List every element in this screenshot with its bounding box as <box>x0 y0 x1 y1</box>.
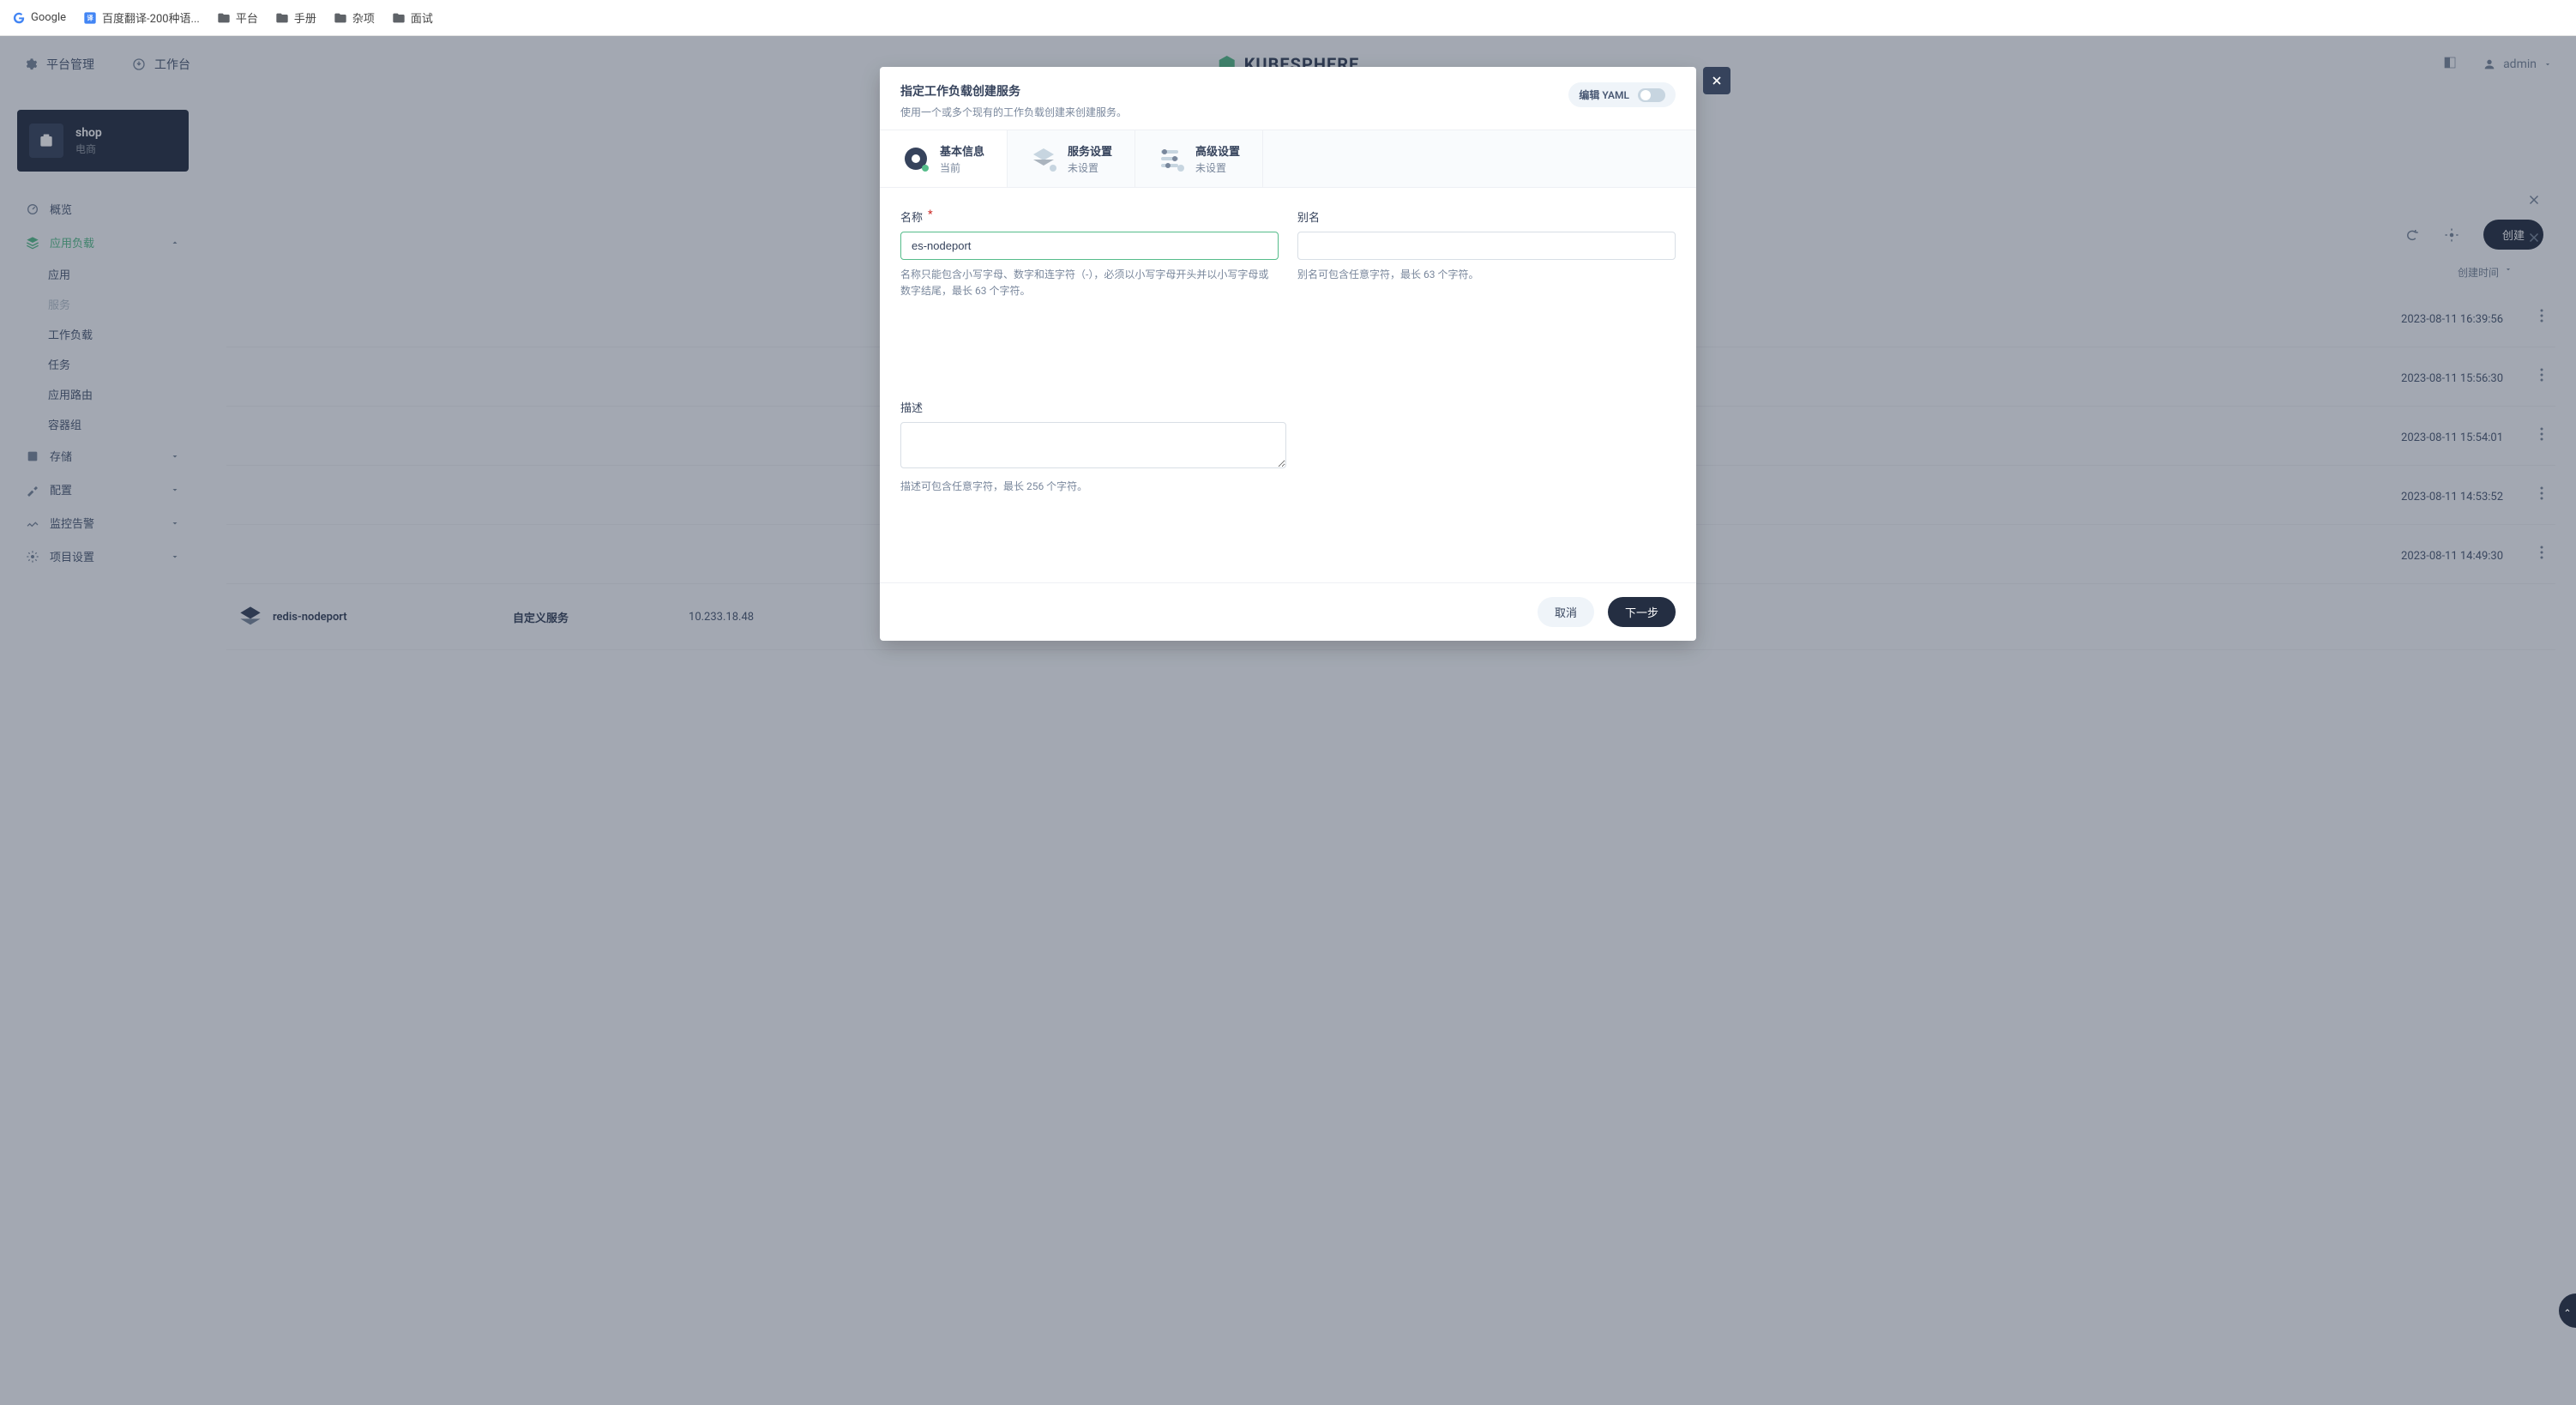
bookmark-folder-platform[interactable]: 平台 <box>217 9 258 26</box>
bookmark-label: 百度翻译-200种语... <box>102 9 200 26</box>
bookmark-baidu-translate[interactable]: 译 百度翻译-200种语... <box>83 9 200 26</box>
step-icon-advanced <box>1158 145 1185 172</box>
bookmarks-bar: Google 译 百度翻译-200种语... 平台 手册 杂项 面试 <box>0 0 2576 36</box>
name-hint: 名称只能包含小写字母、数字和连字符（-），必须以小写字母开头并以小写字母或数字结… <box>900 267 1279 299</box>
step-advanced-settings[interactable]: 高级设置 未设置 <box>1135 130 1263 187</box>
bookmark-folder-misc[interactable]: 杂项 <box>334 9 375 26</box>
alias-hint: 别名可包含任意字符，最长 63 个字符。 <box>1297 267 1676 283</box>
bookmark-label: 平台 <box>236 9 258 26</box>
wizard-steps: 基本信息 当前 服务设置 未设置 高级设置 未设置 <box>880 130 1696 188</box>
step-icon-service <box>1030 145 1057 172</box>
desc-label: 描述 <box>900 399 923 415</box>
cancel-button[interactable]: 取消 <box>1538 597 1594 627</box>
desc-textarea[interactable] <box>900 422 1286 468</box>
bookmark-label: Google <box>31 11 66 24</box>
name-label: 名称 <box>900 208 923 225</box>
bookmark-folder-interview[interactable]: 面试 <box>392 9 433 26</box>
modal-subtitle: 使用一个或多个现有的工作负载创建来创建服务。 <box>900 105 1127 119</box>
folder-icon <box>275 11 289 25</box>
step-service-settings[interactable]: 服务设置 未设置 <box>1008 130 1135 187</box>
close-button[interactable] <box>1703 67 1730 94</box>
folder-icon <box>392 11 406 25</box>
bookmark-google[interactable]: Google <box>12 11 66 25</box>
bookmark-label: 手册 <box>294 9 316 26</box>
chevron-up-icon <box>2563 1306 2572 1315</box>
modal-overlay: 指定工作负载创建服务 使用一个或多个现有的工作负载创建来创建服务。 编辑 YAM… <box>0 36 2576 1405</box>
close-icon <box>1710 74 1724 87</box>
modal-footer: 取消 下一步 <box>880 582 1696 641</box>
step-icon-basic <box>902 145 930 172</box>
next-button[interactable]: 下一步 <box>1608 597 1676 627</box>
bookmark-folder-manual[interactable]: 手册 <box>275 9 316 26</box>
modal-form: 名称 * 名称只能包含小写字母、数字和连字符（-），必须以小写字母开头并以小写字… <box>880 188 1696 582</box>
desc-hint: 描述可包含任意字符，最长 256 个字符。 <box>900 479 1286 495</box>
step-basic-info[interactable]: 基本信息 当前 <box>880 130 1008 187</box>
create-service-modal: 指定工作负载创建服务 使用一个或多个现有的工作负载创建来创建服务。 编辑 YAM… <box>880 67 1696 641</box>
bookmark-label: 杂项 <box>352 9 375 26</box>
translate-icon: 译 <box>83 11 97 25</box>
alias-label: 别名 <box>1297 208 1320 225</box>
google-icon <box>12 11 26 25</box>
folder-icon <box>334 11 347 25</box>
bookmark-label: 面试 <box>411 9 433 26</box>
modal-title: 指定工作负载创建服务 <box>900 82 1127 99</box>
name-input[interactable] <box>900 232 1279 260</box>
folder-icon <box>217 11 231 25</box>
alias-input[interactable] <box>1297 232 1676 260</box>
toggle-switch[interactable] <box>1638 88 1665 102</box>
required-indicator: * <box>928 208 933 225</box>
svg-text:译: 译 <box>87 14 93 21</box>
edit-yaml-toggle[interactable]: 编辑 YAML <box>1568 82 1676 107</box>
